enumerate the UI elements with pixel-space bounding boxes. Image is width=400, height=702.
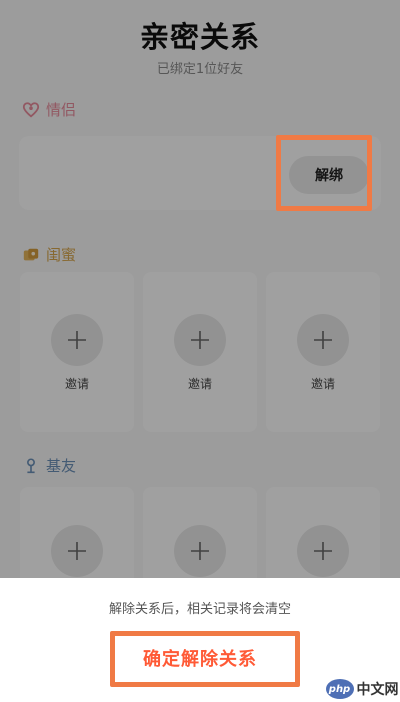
php-logo-icon: php (325, 679, 354, 699)
watermark-text: 中文网 (356, 682, 399, 698)
sheet-message: 解除关系后，相关记录将会清空 (108, 602, 291, 617)
watermark: php 中文网 (324, 676, 400, 702)
confirm-highlight-box (110, 631, 300, 687)
unbind-highlight-box (276, 135, 372, 211)
